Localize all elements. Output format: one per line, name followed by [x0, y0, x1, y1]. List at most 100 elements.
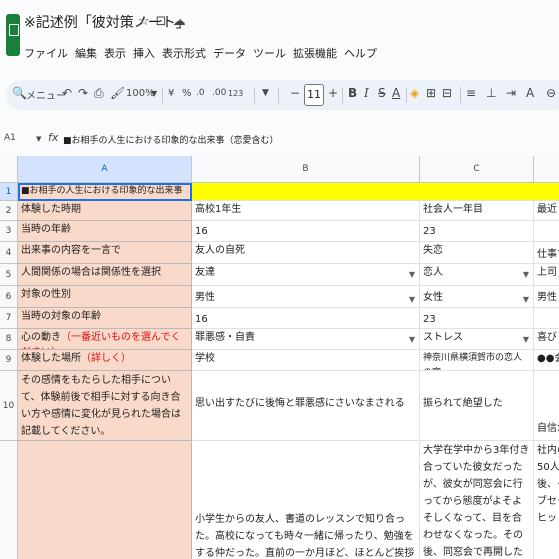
move-folder-icon[interactable]: ⊡	[156, 14, 173, 29]
menu-edit[interactable]: 編集	[75, 47, 97, 60]
cell-d7[interactable]	[534, 308, 559, 329]
cell-d6[interactable]: 男性	[534, 286, 559, 308]
cell-c7[interactable]: 23	[420, 308, 534, 329]
cell-a2[interactable]: 体験した時期	[18, 201, 192, 221]
cell-a10[interactable]: その感情をもたらした相手について、体験前後で相手に対する向き合い方や感情に変化が…	[18, 371, 192, 441]
menu-view[interactable]: 表示	[104, 47, 126, 60]
search-menus-label[interactable]: メニュー	[26, 87, 66, 102]
cell-b10[interactable]: 思い出すたびに後悔と罪悪感にさいなまされる	[192, 371, 420, 441]
undo-icon[interactable]: ↶	[62, 86, 72, 100]
menu-help[interactable]: ヘルプ	[344, 47, 377, 60]
cell-d4[interactable]: 仕事で	[534, 242, 559, 264]
redo-icon[interactable]: ↷	[78, 86, 88, 100]
cell-c3[interactable]: 23	[420, 221, 534, 242]
row-header[interactable]: 7	[0, 308, 18, 329]
cell-a5[interactable]: 人間関係の場合は関係性を選択	[18, 264, 192, 286]
cell-b4[interactable]: 友人の自死	[192, 242, 420, 264]
vertical-align-icon[interactable]: ⊥	[486, 86, 496, 100]
cell-a7[interactable]: 当時の対象の年齢	[18, 308, 192, 329]
cell-c6-dropdown[interactable]: 女性 ▼	[420, 286, 534, 308]
row-header[interactable]: 6	[0, 286, 18, 308]
cell-a9[interactable]: 体験した場所（詳しく）	[18, 350, 192, 371]
select-all-corner[interactable]	[0, 156, 18, 183]
dropdown-arrow-icon[interactable]: ▼	[409, 267, 415, 282]
dropdown-arrow-icon[interactable]: ▼	[409, 332, 415, 347]
text-color-icon[interactable]: A	[392, 86, 400, 100]
borders-icon[interactable]: ⊞	[426, 86, 436, 100]
decrease-decimal-button[interactable]: .0	[196, 88, 205, 98]
cell-b5-dropdown[interactable]: 友達 ▼	[192, 264, 420, 286]
spreadsheet-grid[interactable]: A B C 1 ■お相手の人生における印象的な出来事（恋愛含む） 2 体験した時…	[0, 156, 559, 559]
bold-icon[interactable]: B	[348, 86, 357, 100]
name-box-dropdown-icon[interactable]: ▼	[36, 135, 41, 143]
sheets-logo-icon[interactable]	[6, 14, 20, 56]
menu-insert[interactable]: 挿入	[133, 47, 155, 60]
name-box[interactable]: A1	[4, 133, 16, 143]
menu-data[interactable]: データ	[213, 47, 246, 60]
cell-a11[interactable]	[18, 441, 192, 559]
cell-b7[interactable]: 16	[192, 308, 420, 329]
cell-b9[interactable]: 学校	[192, 350, 420, 371]
cell-c4[interactable]: 失恋	[420, 242, 534, 264]
currency-format-button[interactable]: ¥	[168, 88, 174, 99]
dropdown-arrow-icon[interactable]: ▼	[523, 332, 529, 347]
cell-d5[interactable]: 上司	[534, 264, 559, 286]
fill-color-icon[interactable]: ◈	[410, 86, 419, 100]
column-header-a[interactable]: A	[18, 156, 192, 183]
zoom-dropdown-icon[interactable]: ▼	[151, 89, 157, 98]
increase-decimal-button[interactable]: .00	[212, 88, 226, 98]
text-rotation-icon[interactable]: A	[526, 86, 534, 100]
dropdown-arrow-icon[interactable]: ▼	[523, 267, 529, 282]
cell-d3[interactable]	[534, 221, 559, 242]
menu-format[interactable]: 表示形式	[162, 47, 206, 60]
row-header[interactable]: 5	[0, 264, 18, 286]
column-header-c[interactable]: C	[420, 156, 534, 183]
row-header[interactable]: 8	[0, 329, 18, 350]
print-icon[interactable]: ⎙	[94, 86, 104, 101]
font-select[interactable]: ▼	[262, 88, 269, 98]
cell-b8-dropdown[interactable]: 罪悪感・自責 ▼	[192, 329, 420, 350]
decrease-font-size-button[interactable]: −	[290, 86, 300, 100]
font-size-input[interactable]: 11	[304, 84, 324, 106]
increase-font-size-button[interactable]: +	[328, 86, 338, 100]
cell-b6-dropdown[interactable]: 男性 ▼	[192, 286, 420, 308]
dropdown-arrow-icon[interactable]: ▼	[409, 292, 415, 307]
cell-c9[interactable]: 神奈川県横須賀市の恋人の家	[420, 350, 534, 371]
search-menus-icon[interactable]: 🔍	[12, 86, 27, 100]
row-header[interactable]: 4	[0, 242, 18, 264]
cell-a6[interactable]: 対象の性別	[18, 286, 192, 308]
column-header-d[interactable]	[534, 156, 559, 183]
cell-a3[interactable]: 当時の年齢	[18, 221, 192, 242]
cell-c8-dropdown[interactable]: ストレス ▼	[420, 329, 534, 350]
cell-b11[interactable]: 小学生からの友人、書道のレッスンで知り合った。高校になっても時々一緒に帰ったり、…	[192, 441, 420, 559]
cell-d2[interactable]: 最近	[534, 201, 559, 221]
cell-b1-highlight[interactable]	[192, 183, 559, 201]
cell-c2[interactable]: 社会人一年目	[420, 201, 534, 221]
cell-b3[interactable]: 16	[192, 221, 420, 242]
insert-link-icon[interactable]: ⊖	[546, 86, 556, 100]
percent-format-button[interactable]: %	[182, 88, 192, 99]
strikethrough-icon[interactable]: S	[378, 86, 386, 100]
cell-a4[interactable]: 出来事の内容を一言で	[18, 242, 192, 264]
formula-input[interactable]: ■お相手の人生における印象的な出来事（恋愛含む）	[63, 133, 279, 146]
row-header[interactable]: 1	[0, 183, 18, 201]
menu-file[interactable]: ファイル	[24, 47, 68, 60]
column-header-b[interactable]: B	[192, 156, 420, 183]
cell-c10[interactable]: 振られて絶望した	[420, 371, 534, 441]
cell-d9[interactable]: ●●会	[534, 350, 559, 371]
row-header[interactable]: 9	[0, 350, 18, 371]
cell-c5-dropdown[interactable]: 恋人 ▼	[420, 264, 534, 286]
paint-format-icon[interactable]: 🖌	[110, 86, 125, 100]
cell-a8[interactable]: 心の動き（一番近いものを選んでください）	[18, 329, 192, 350]
cell-b2[interactable]: 高校1年生	[192, 201, 420, 221]
text-wrapping-icon[interactable]: ⇥	[506, 86, 516, 100]
italic-icon[interactable]: I	[364, 86, 369, 100]
cell-d10[interactable]: 自信が	[534, 371, 559, 441]
merge-cells-icon[interactable]: ⊟	[442, 86, 452, 100]
row-header[interactable]: 3	[0, 221, 18, 242]
row-header[interactable]: 2	[0, 201, 18, 221]
star-icon[interactable]: ☆	[138, 14, 156, 29]
dropdown-arrow-icon[interactable]: ▼	[523, 292, 529, 307]
row-header[interactable]: 10	[0, 371, 18, 441]
cell-d11[interactable]: 社内の50人後、そブセーヒット	[534, 441, 559, 559]
